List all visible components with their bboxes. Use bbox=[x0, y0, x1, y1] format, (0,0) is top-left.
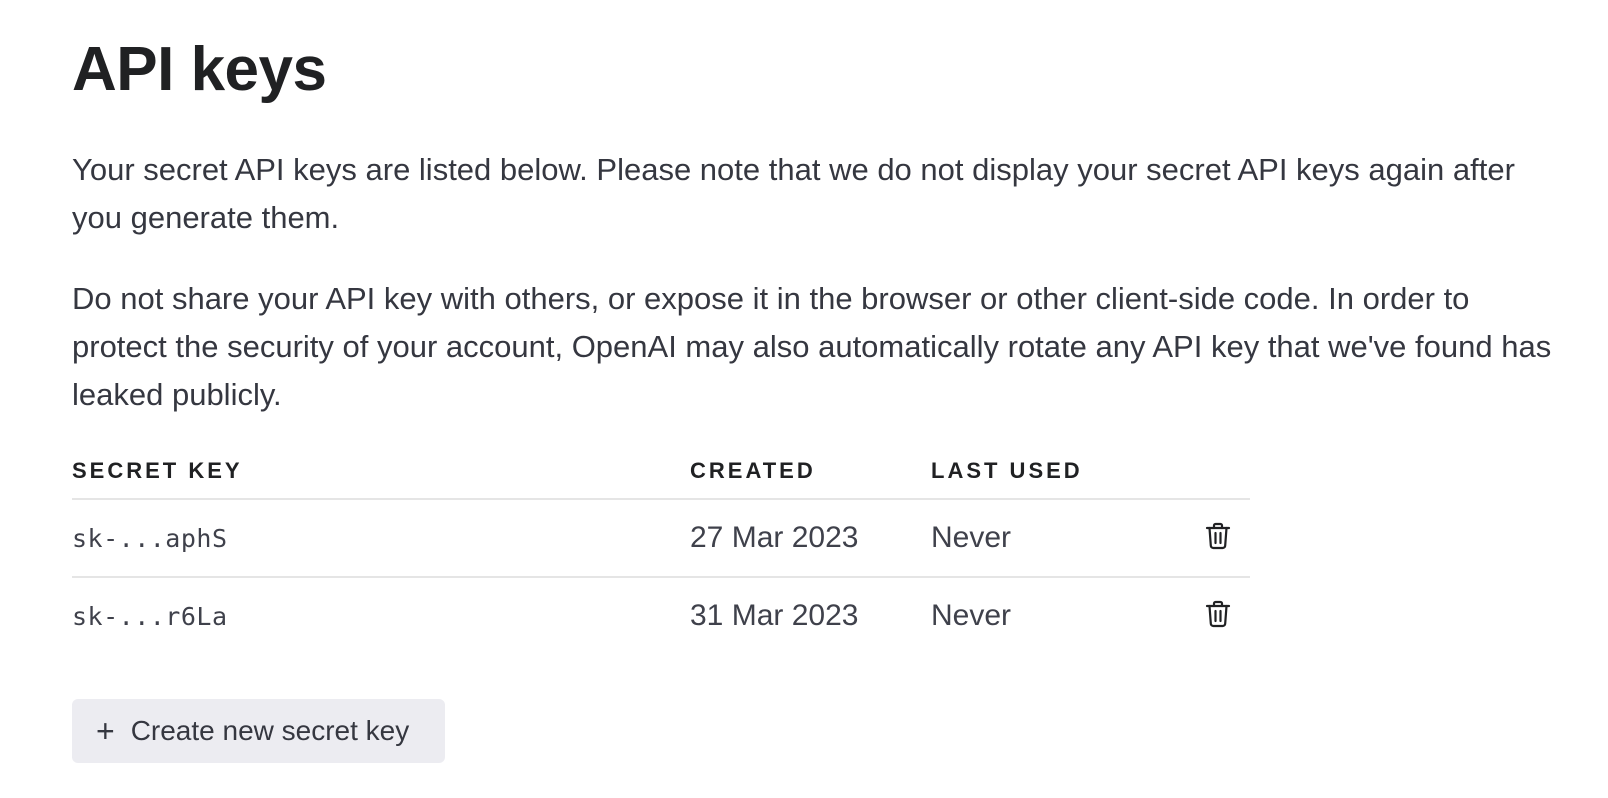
created-cell: 27 Mar 2023 bbox=[690, 499, 931, 578]
description-paragraph-1: Your secret API keys are listed below. P… bbox=[72, 152, 1515, 235]
delete-key-button[interactable] bbox=[1201, 597, 1235, 631]
created-cell: 31 Mar 2023 bbox=[690, 599, 859, 632]
table-row: sk-...aphS 27 Mar 2023 Never bbox=[72, 499, 1250, 578]
secret-key-value: sk-...aphS bbox=[72, 524, 228, 553]
secret-key-value: sk-...r6La bbox=[72, 602, 228, 631]
api-keys-table: SECRET KEY CREATED LAST USED sk-...aphS … bbox=[72, 458, 1250, 654]
plus-icon: + bbox=[96, 713, 115, 749]
action-cell bbox=[1201, 577, 1250, 654]
table-header-row: SECRET KEY CREATED LAST USED bbox=[72, 458, 1250, 500]
trash-icon bbox=[1205, 600, 1231, 627]
key-cell: sk-...aphS bbox=[72, 499, 690, 578]
description-paragraph-2: Do not share your API key with others, o… bbox=[72, 281, 1552, 412]
last-used-cell: Never bbox=[931, 599, 1012, 632]
create-button-label: Create new secret key bbox=[130, 715, 410, 746]
trash-icon bbox=[1205, 522, 1231, 549]
action-cell bbox=[1201, 499, 1250, 578]
create-new-secret-key-button[interactable]: + Create new secret key bbox=[72, 699, 445, 763]
header-last-used: LAST USED bbox=[931, 458, 1201, 500]
last-used-cell: Never bbox=[931, 499, 1201, 578]
header-secret-key: SECRET KEY bbox=[72, 458, 690, 500]
key-cell: sk-...r6La bbox=[72, 577, 690, 654]
header-actions bbox=[1201, 458, 1250, 500]
header-created: CREATED bbox=[690, 458, 931, 500]
page-title: API keys bbox=[72, 35, 327, 104]
table-row: sk-...r6La 31 Mar 2023 Never bbox=[72, 577, 1250, 654]
delete-key-button[interactable] bbox=[1201, 519, 1235, 553]
api-keys-page: API keys Your secret API keys are listed… bbox=[0, 0, 1608, 798]
